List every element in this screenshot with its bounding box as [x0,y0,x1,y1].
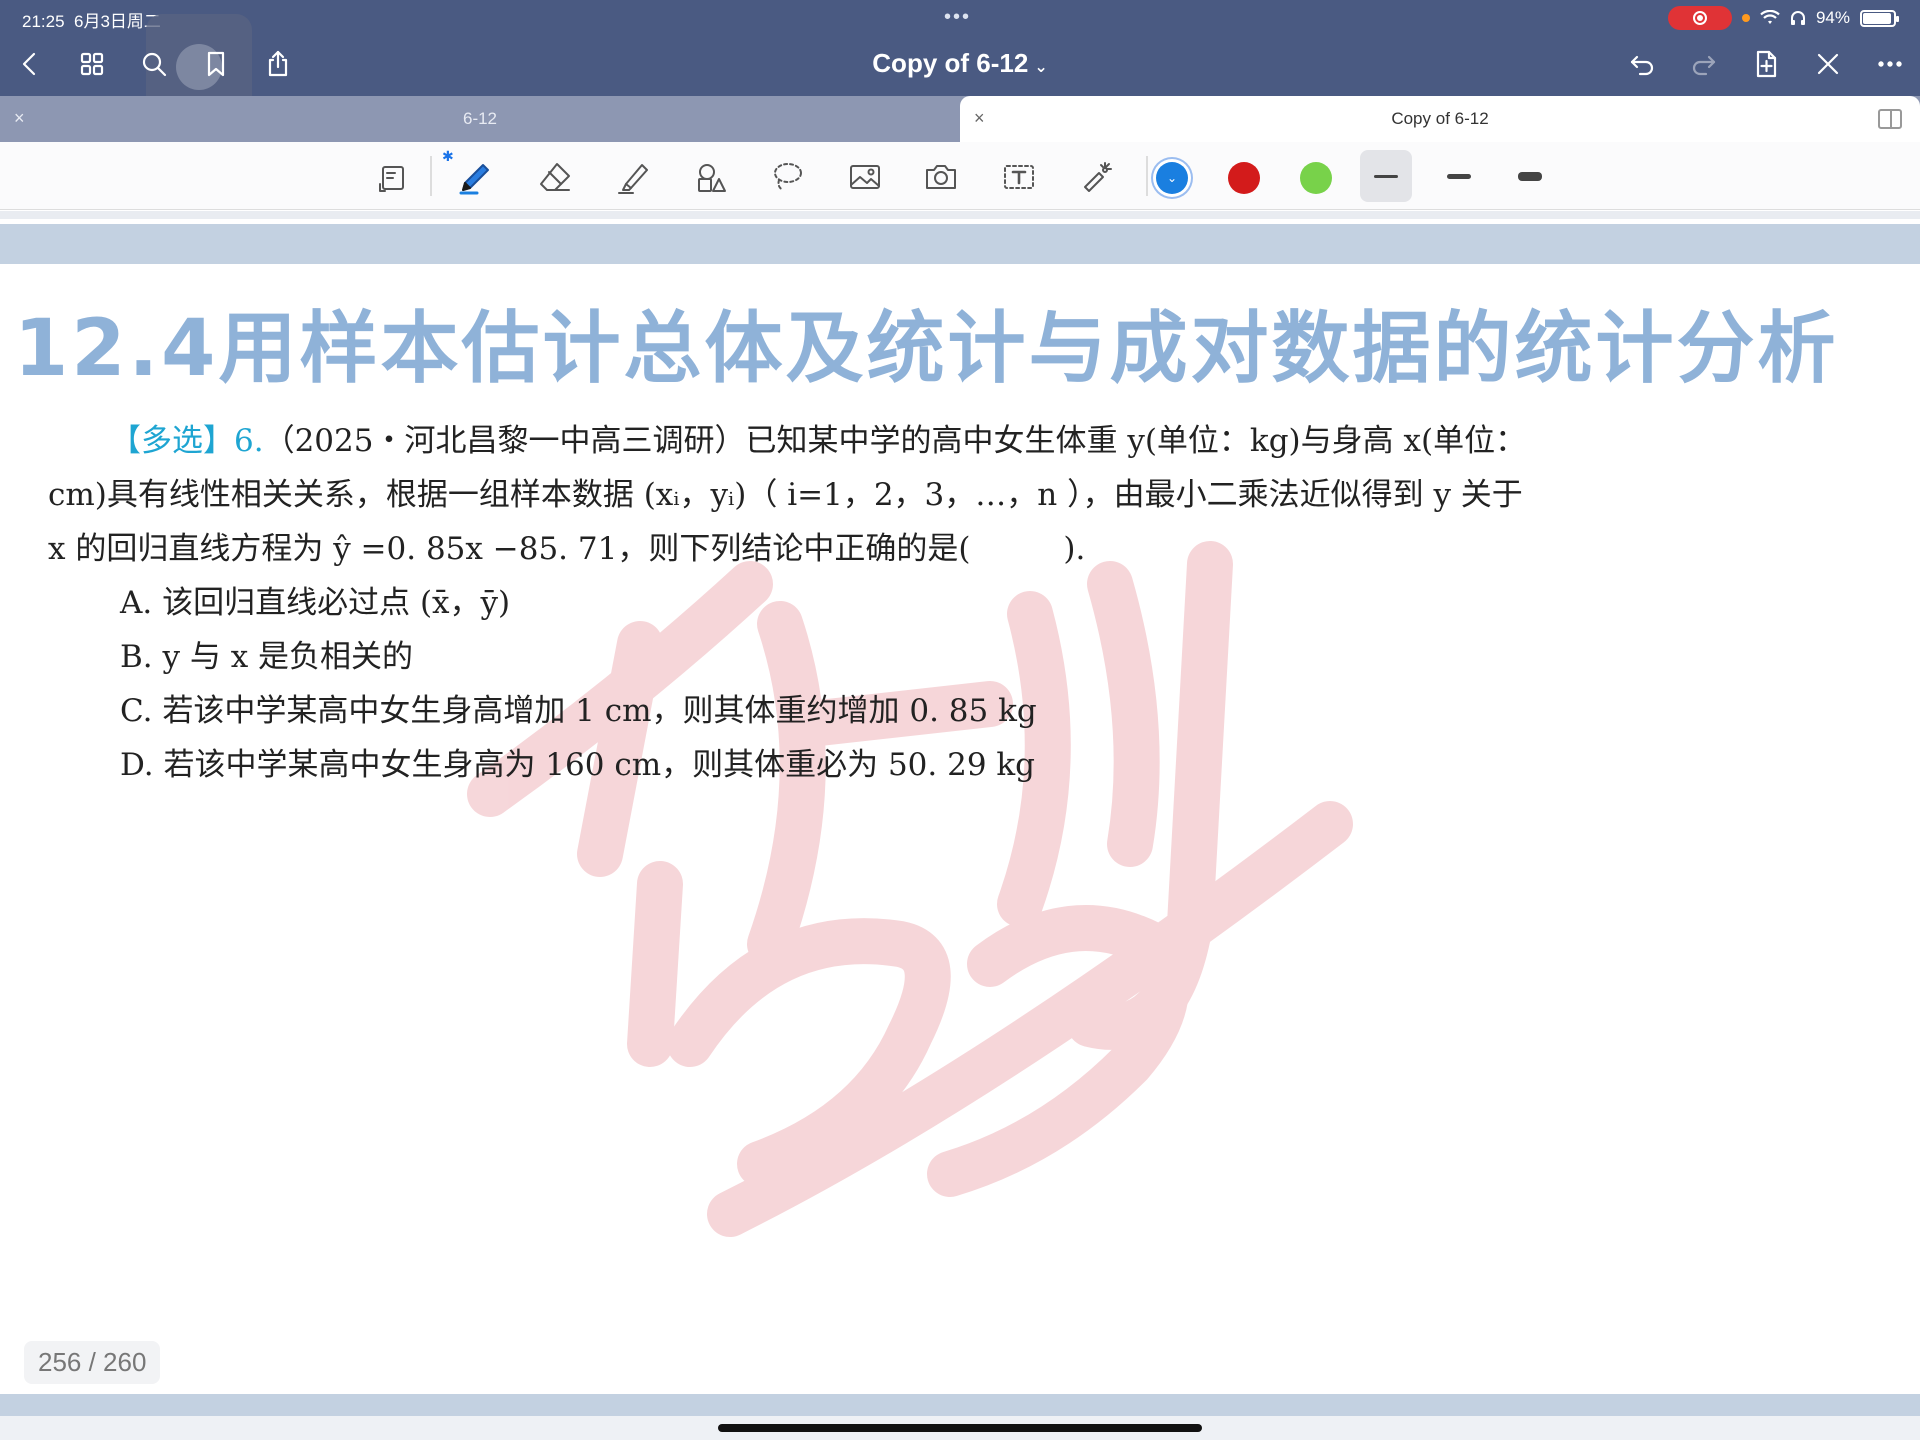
microphone-in-use-icon [1741,14,1750,22]
status-time: 21:25 6月3日周二 [22,12,161,31]
option-a: A. 该回归直线必过点 (x̄，ȳ) [120,585,511,621]
laser-pointer-icon[interactable] [1072,152,1122,202]
chevron-down-icon: ⌄ [1166,171,1178,185]
split-view-icon[interactable] [1878,109,1902,129]
home-indicator[interactable] [718,1424,1202,1432]
color-swatch-green[interactable] [1300,162,1332,194]
tab-label: 6-12 [462,109,498,128]
top-navigation-bar: 21:25 6月3日周二 ••• 94% Copy of 6-12 ⌄ [0,0,1920,120]
camera-icon[interactable] [916,152,966,202]
chevron-down-icon: ⌄ [1034,59,1048,76]
question-line-1: 【多选】6.（2025・河北昌黎一中高三调研）已知某中学的高中女生体重 y(单位… [48,414,1688,468]
home-indicator-area [0,1416,1920,1440]
question-text-line-1: （2025・河北昌黎一中高三调研）已知某中学的高中女生体重 y(单位：kg)与身… [263,423,1527,459]
document-title-text: Copy of 6-12 [872,48,1029,78]
document-tabs: × 6-12 × Copy of 6-12 [0,96,1920,142]
more-icon[interactable] [1872,46,1908,82]
question-text-line-3: x 的回归直线方程为 ŷ =0. 85x −85. 71，则下列结论中正确的是(… [48,531,1086,567]
pen-icon[interactable] [450,152,500,202]
question-number: 6. [234,423,264,459]
tab-label: Copy of 6-12 [1391,109,1489,128]
text-box-icon[interactable] [994,152,1044,202]
question-tag: 【多选】 [110,423,234,459]
multitasking-dots-icon[interactable]: ••• [944,6,971,29]
add-page-icon[interactable] [1748,46,1784,82]
thickness-thick[interactable] [1504,150,1556,202]
headphones-icon [1790,11,1805,25]
shapes-icon[interactable] [686,152,736,202]
option-d: D. 若该中学某高中女生身高为 160 cm，则其体重必为 50. 29 kg [120,747,1036,783]
battery-percent: 94% [1815,8,1850,27]
highlighter-icon[interactable] [608,152,658,202]
document-page[interactable]: 12.4用样本估计总体及统计与成对数据的统计分析 【多选】6.（2025・河北昌… [0,264,1920,1394]
eraser-icon[interactable] [530,152,580,202]
undo-icon[interactable] [1624,46,1660,82]
lasso-icon[interactable] [762,152,812,202]
toolbar-divider [430,156,432,196]
page-header-band [0,224,1920,264]
page-footer-band [0,1394,1920,1416]
option-b: B. y 与 x 是负相关的 [120,639,414,675]
question-block: 【多选】6.（2025・河北昌黎一中高三调研）已知某中学的高中女生体重 y(单位… [48,414,1688,792]
image-icon[interactable] [840,152,890,202]
option-c: C. 若该中学某高中女生身高增加 1 cm，则其体重约增加 0. 85 kg [120,693,1037,729]
toolbar-divider [1146,156,1148,196]
annotation-toolbar: ✱ ⌄ [0,142,1920,210]
color-swatch-blue[interactable]: ⌄ [1156,162,1188,194]
wifi-icon [1760,10,1780,24]
redo-icon[interactable] [1686,46,1722,82]
tab-6-12[interactable]: × 6-12 [0,96,960,142]
chapter-title: 12.4用样本估计总体及统计与成对数据的统计分析 [14,304,1839,394]
status-indicators: 94% [1667,6,1899,30]
tab-close-icon[interactable]: × [14,108,25,129]
close-icon[interactable] [1810,46,1846,82]
screen-recording-indicator[interactable] [1667,6,1732,30]
tab-close-icon[interactable]: × [974,108,985,129]
read-mode-icon[interactable] [368,152,418,202]
record-icon [1692,11,1707,25]
color-swatch-red[interactable] [1228,162,1260,194]
tab-copy-of-6-12[interactable]: × Copy of 6-12 [960,96,1920,142]
thickness-medium[interactable] [1433,150,1485,202]
thickness-thin[interactable] [1360,150,1412,202]
page-counter[interactable]: 256 / 260 [24,1341,161,1384]
page-separator [0,211,1920,219]
question-text-line-2: cm)具有线性相关关系，根据一组样本数据 (xᵢ，yᵢ)（ i=1，2，3，…，… [48,477,1523,513]
battery-icon [1860,9,1899,27]
